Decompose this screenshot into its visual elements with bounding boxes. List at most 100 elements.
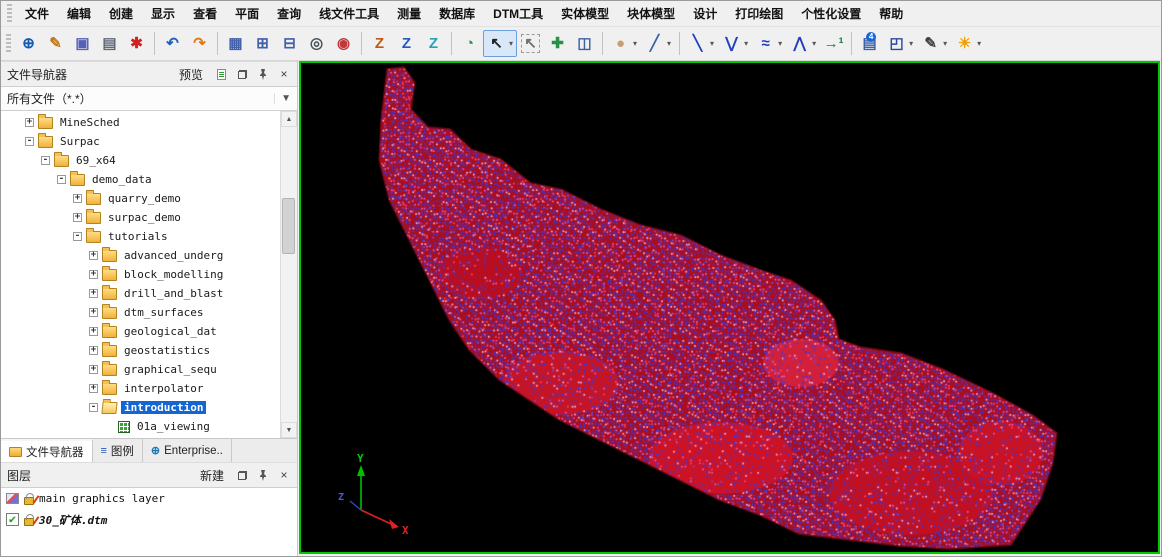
z-plane-button[interactable]: Z [366,30,393,57]
edit-pencil-button[interactable]: ✎▾ [917,30,951,57]
menu-数据库[interactable]: 数据库 [430,1,484,26]
pin-panel-button[interactable] [254,65,272,83]
preview-icon[interactable] [212,65,230,83]
tree-expander-icon[interactable]: + [89,365,98,374]
menu-编辑[interactable]: 编辑 [58,1,100,26]
menu-实体模型[interactable]: 实体模型 [552,1,618,26]
windows-layout-button[interactable]: ◰▾ [883,30,917,57]
zoom-out-grid-button[interactable]: ⊟ [276,30,303,57]
dtm-model-canvas[interactable] [301,63,1158,552]
tree-expander-icon[interactable]: + [89,251,98,260]
tree-expander-icon[interactable]: - [89,403,98,412]
view-window-button[interactable]: ◫ [571,30,598,57]
line-tool-button-dropdown[interactable]: ▾ [708,39,715,48]
tab-Enterprise..[interactable]: ⊕Enterprise.. [143,439,232,462]
scroll-down-button[interactable]: ▼ [281,422,297,438]
tree-scrollbar[interactable]: ▲ ▼ [280,111,297,438]
tree-expander-icon[interactable]: + [89,384,98,393]
grid-button[interactable]: ▦ [222,30,249,57]
menubar-grip[interactable] [7,4,12,24]
display-settings-button-dropdown[interactable]: ▾ [975,39,982,48]
tree-item-MineSched[interactable]: +MineSched [1,113,280,132]
float-layers-button[interactable] [233,466,251,484]
menu-块体模型[interactable]: 块体模型 [618,1,684,26]
tree-item-01a_viewing[interactable]: 01a_viewing [1,417,280,436]
z-lower-button[interactable]: Z [420,30,447,57]
tree-item-geological_dat[interactable]: +geological_dat [1,322,280,341]
save-button[interactable]: ▣ [69,30,96,57]
zoom-in-grid-button[interactable]: ⊞ [249,30,276,57]
menu-DTM工具[interactable]: DTM工具 [484,1,552,26]
menu-显示[interactable]: 显示 [142,1,184,26]
layer-row-main graphics layer[interactable]: main graphics layer [1,488,297,509]
menu-帮助[interactable]: 帮助 [870,1,912,26]
menu-文件[interactable]: 文件 [16,1,58,26]
tree-expander-icon[interactable]: - [73,232,82,241]
tree-item-dtm_surfaces[interactable]: +dtm_surfaces [1,303,280,322]
globe-button[interactable]: ⊕ [15,30,42,57]
snap-line-button[interactable]: ╱▾ [641,30,675,57]
edit-pencil-button-dropdown[interactable]: ▾ [941,39,948,48]
tree-expander-icon[interactable]: + [73,213,82,222]
tree-item-block_modelling[interactable]: +block_modelling [1,265,280,284]
close-layers-button[interactable]: × [275,466,293,484]
bead-tool-button-dropdown[interactable]: ▾ [631,39,638,48]
menu-个性化设置[interactable]: 个性化设置 [792,1,870,26]
undo-button[interactable]: ↶ [159,30,186,57]
scroll-up-button[interactable]: ▲ [281,111,297,127]
tree-item-demo_data[interactable]: -demo_data [1,170,280,189]
tree-expander-icon[interactable]: + [89,289,98,298]
timer-button[interactable]: ◔ [456,30,483,57]
layer-preview-icon[interactable] [6,493,19,504]
forms-button[interactable]: ▤4 [856,30,883,57]
axes-3d-button[interactable]: ✚ [544,30,571,57]
tree-item-drill_and_blast[interactable]: +drill_and_blast [1,284,280,303]
layer-row-30_矿体.dtm[interactable]: ✔30_矿体.dtm [1,509,297,530]
menu-设计[interactable]: 设计 [684,1,726,26]
menu-线文件工具[interactable]: 线文件工具 [310,1,388,26]
file-filter-dropdown[interactable]: 所有文件（*.*） ▼ [1,87,297,111]
layer-lock-edit-icon[interactable] [24,497,34,505]
menu-查看[interactable]: 查看 [184,1,226,26]
string-increment-button[interactable]: →¹ [820,30,847,57]
tree-expander-icon[interactable]: + [89,270,98,279]
pointer-tool-button[interactable]: ↖▾ [483,30,517,57]
tree-item-introduction[interactable]: -introduction [1,398,280,417]
toolbar-grip[interactable] [6,34,11,54]
tree-expander-icon[interactable]: + [73,194,82,203]
pin-layers-button[interactable] [254,466,272,484]
display-settings-button[interactable]: ☀▾ [951,30,985,57]
line-tool-button[interactable]: ╲▾ [684,30,718,57]
layer-lock-edit-icon[interactable] [24,518,34,526]
open-button[interactable]: ✎ [42,30,69,57]
menu-测量[interactable]: 测量 [388,1,430,26]
preview-button[interactable]: 预览 [173,64,209,85]
scrollbar-thumb[interactable] [282,198,295,254]
tree-expander-icon[interactable]: - [57,175,66,184]
menu-创建[interactable]: 创建 [100,1,142,26]
zoom-lens-button[interactable]: ◎ [303,30,330,57]
polyline-tool-button-dropdown[interactable]: ▾ [742,39,749,48]
new-layer-button[interactable]: 新建 [194,465,230,486]
menu-平面[interactable]: 平面 [226,1,268,26]
tree-expander-icon[interactable]: + [89,327,98,336]
tree-item-69_x64[interactable]: -69_x64 [1,151,280,170]
tree-item-tutorials[interactable]: -tutorials [1,227,280,246]
curve-tool-button[interactable]: ≈▾ [752,30,786,57]
pointer-tool-button-dropdown[interactable]: ▾ [507,39,514,48]
tree-expander-icon[interactable]: - [41,156,50,165]
float-panel-button[interactable] [233,65,251,83]
tree-item-surpac_demo[interactable]: +surpac_demo [1,208,280,227]
tree-item-graphical_sequ[interactable]: +graphical_sequ [1,360,280,379]
snap-line-button-dropdown[interactable]: ▾ [665,39,672,48]
profile-tool-button-dropdown[interactable]: ▾ [810,39,817,48]
layer-checkbox-checked[interactable]: ✔ [6,513,19,526]
z-raise-button[interactable]: Z [393,30,420,57]
reset-graphics-button[interactable]: ✱ [123,30,150,57]
windows-layout-button-dropdown[interactable]: ▾ [907,39,914,48]
box-select-button[interactable]: ↖ [517,30,544,57]
redo-button[interactable]: ↷ [186,30,213,57]
menu-查询[interactable]: 查询 [268,1,310,26]
menu-打印绘图[interactable]: 打印绘图 [726,1,792,26]
tree-item-interpolator[interactable]: +interpolator [1,379,280,398]
